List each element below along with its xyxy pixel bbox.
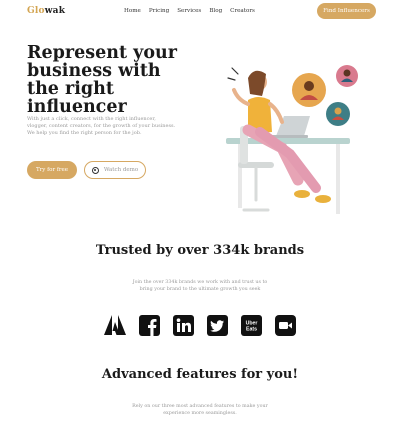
nav-item-home[interactable]: Home: [124, 8, 141, 14]
hero-title: Represent your business with the right i…: [27, 43, 177, 117]
features-subtitle: Rely on our three most advanced features…: [132, 404, 268, 416]
top-nav: Glowak Home Pricing Services Blog Creato…: [0, 0, 400, 24]
adobe-icon: [104, 314, 126, 336]
logo[interactable]: Glowak: [27, 6, 65, 16]
linkedin-icon: [172, 314, 194, 336]
features-heading: Advanced features for you!: [101, 367, 299, 382]
nav-menu: Home Pricing Services Blog Creators: [124, 8, 255, 14]
nav-item-blog[interactable]: Blog: [209, 8, 222, 14]
avatar-bubble-small-pink: [336, 65, 358, 87]
trusted-heading: Trusted by over 334k brands: [95, 243, 305, 258]
avatar-bubble-large: [292, 73, 326, 107]
hero-illustration: [226, 65, 358, 214]
brand-logos-row: Uber Eats: [104, 314, 296, 336]
nav-item-pricing[interactable]: Pricing: [149, 8, 169, 14]
try-for-free-button[interactable]: Try for free: [27, 161, 77, 179]
video-camera-icon: [274, 314, 296, 336]
logo-dark-text: wak: [44, 6, 66, 16]
logo-accent-text: Glo: [27, 6, 45, 16]
watch-demo-label: Watch demo: [103, 167, 139, 173]
trusted-subtitle: Join the over 334k brands we work with a…: [132, 280, 268, 292]
uber-eats-icon: Uber Eats: [240, 314, 262, 336]
avatar-bubble-small-teal: [326, 102, 350, 126]
twitter-icon: [206, 314, 228, 336]
nav-item-services[interactable]: Services: [177, 8, 201, 14]
find-influencers-button[interactable]: Find Influencers: [317, 3, 376, 19]
nav-item-creators[interactable]: Creators: [230, 8, 255, 14]
play-icon: [91, 166, 99, 174]
uber-eats-label-line2: Eats: [246, 326, 257, 332]
watch-demo-button[interactable]: Watch demo: [84, 161, 146, 179]
hero-subtitle: With just a click, connect with the righ…: [27, 116, 176, 137]
facebook-icon: [138, 314, 160, 336]
